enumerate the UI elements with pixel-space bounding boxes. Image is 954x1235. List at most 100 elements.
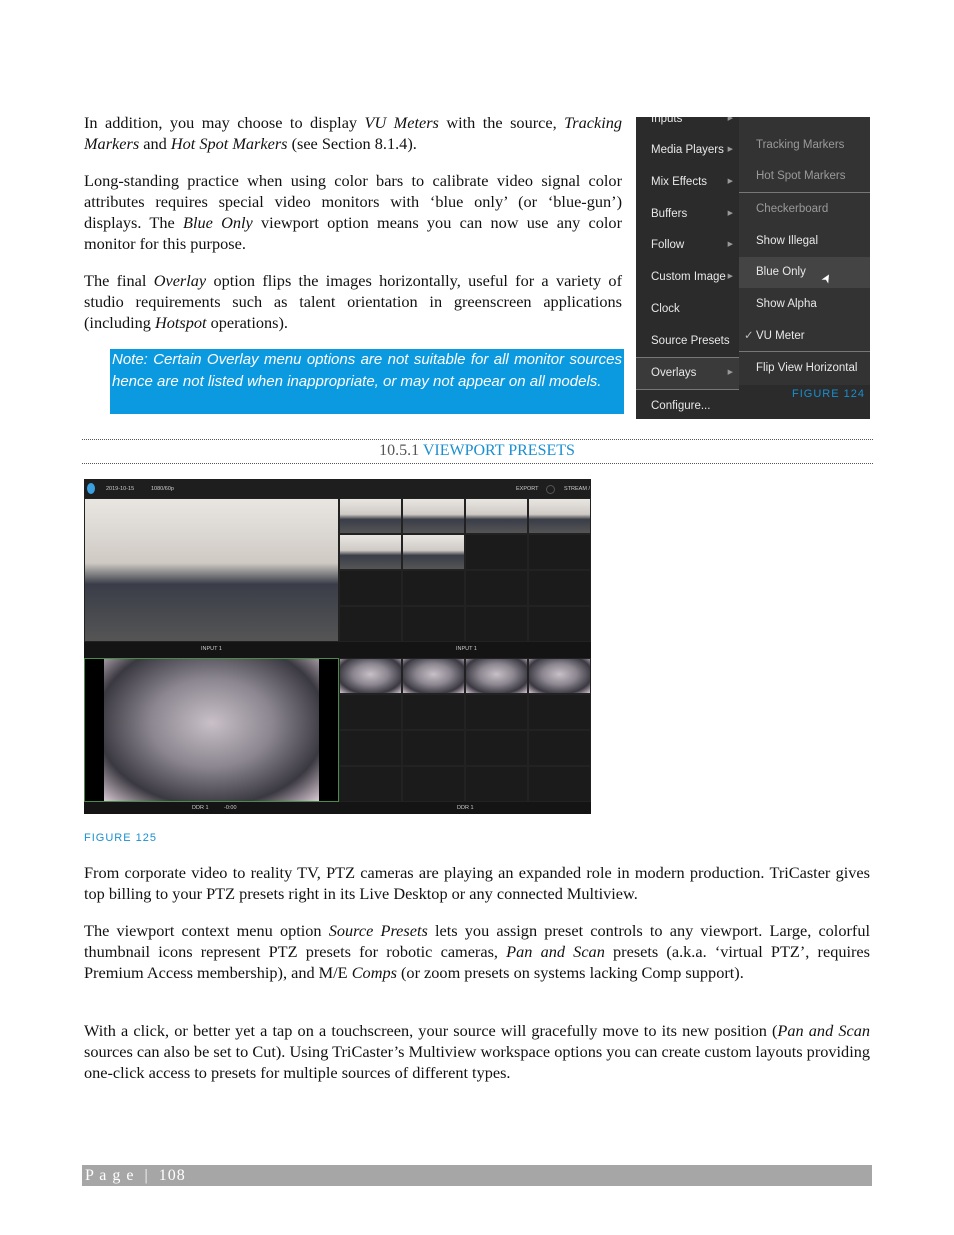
text-run: (or zoom presets on systems lacking Comp… [396,963,744,982]
viewport-label: INPUT 1 [201,646,222,652]
menu-separator [739,351,870,352]
emphasis-text: Hotspot [155,313,207,332]
menu-item-overlays[interactable]: Overlays ▶ [636,357,739,389]
text-run: (see Section 8.1.4). [287,134,417,153]
menu-separator [636,357,739,358]
paragraph-overlay: The final Overlay option flips the image… [84,270,622,333]
preset-thumbnail[interactable] [339,498,402,534]
preset-thumbnail[interactable] [528,658,591,694]
preset-thumbnail[interactable] [402,658,465,694]
preset-thumbnail[interactable] [465,606,528,642]
menu-item-buffers[interactable]: Buffers ▶ [636,198,739,230]
preset-thumbnail[interactable] [528,766,591,802]
chevron-right-icon: ▶ [727,178,733,185]
preset-thumbnail[interactable] [402,570,465,606]
menu-item-custom-image[interactable]: Custom Image ▶ [636,261,739,293]
submenu-item-show-illegal[interactable]: Show Illegal [739,226,870,257]
submenu-item-checkerboard[interactable]: Checkerboard [739,194,870,225]
preset-thumbnail[interactable] [465,570,528,606]
overlays-submenu: Tracking Markers Hot Spot Markers Checkerb… [739,117,870,385]
submenu-item-label: Flip View Horizontal [756,362,858,374]
preset-thumbnail[interactable] [339,730,402,766]
preset-thumbnail[interactable] [402,694,465,730]
menu-item-source-presets[interactable]: Source Presets [636,325,739,357]
preset-thumbnail[interactable] [465,766,528,802]
preset-thumbnail[interactable] [402,534,465,570]
submenu-item-label: Hot Spot Markers [756,170,846,182]
menu-item-label: Clock [651,303,680,315]
text-run: with the source, [438,113,565,132]
stream-button[interactable]: STREAM / [564,486,590,492]
menu-item-label: Source Presets [651,335,730,347]
preset-thumbnail[interactable] [339,694,402,730]
context-menu: Inputs ▶ Media Players ▶ Mix Effects ▶ Buffers… [636,117,870,419]
main-viewport-input[interactable] [84,498,339,642]
preset-thumbnail[interactable] [465,534,528,570]
submenu-item-flip-view-horizontal[interactable]: Flip View Horizontal [739,353,870,384]
text-run: and [139,134,171,153]
preset-thumbnail[interactable] [528,694,591,730]
check-icon: ✓ [744,330,754,342]
chevron-right-icon: ▶ [727,117,733,122]
emphasis-text: Comps [351,963,397,982]
menu-item-media-players[interactable]: Media Players ▶ [636,134,739,166]
submenu-item-tracking-markers[interactable]: Tracking Markers [739,130,870,161]
document-page: In addition, you may choose to display V… [0,0,954,1235]
paragraph-ptz: From corporate video to reality TV, PTZ … [84,862,870,904]
chevron-right-icon: ▶ [727,241,733,248]
chevron-right-icon: ▶ [727,146,733,153]
paragraph-source-presets: The viewport context menu option Source … [84,920,870,983]
time-readout: -0:00 [224,805,237,811]
chevron-right-icon: ▶ [727,273,733,280]
emphasis-text: VU Meters [364,113,439,132]
preset-thumbnail[interactable] [465,498,528,534]
menu-item-label: Mix Effects [651,176,708,188]
preset-thumbnail[interactable] [465,658,528,694]
preset-thumbnail[interactable] [528,570,591,606]
emphasis-text: Source Presets [328,921,428,940]
submenu-item-label: VU Meter [756,330,805,342]
multiview-header: 2019-10-15 1080/60p EXPORT STREAM / [84,479,591,498]
text-run: sources can also be set to Cut). Using T… [84,1042,870,1082]
submenu-item-label: Tracking Markers [756,139,845,151]
submenu-item-label: Show Alpha [756,298,817,310]
gear-icon[interactable] [546,485,555,494]
submenu-item-hot-spot-markers[interactable]: Hot Spot Markers [739,161,870,192]
submenu-item-blue-only[interactable]: Blue Only ➤ [739,257,870,288]
preset-thumbnail[interactable] [402,498,465,534]
menu-item-follow[interactable]: Follow ▶ [636,229,739,261]
menu-item-inputs[interactable]: Inputs ▶ [636,117,739,135]
export-button[interactable]: EXPORT [516,486,539,492]
preset-thumbnail[interactable] [528,730,591,766]
emphasis-text: Pan and Scan [506,942,605,961]
preset-thumbnail[interactable] [339,534,402,570]
menu-item-configure[interactable]: Configure... [636,390,739,419]
submenu-item-label: Blue Only [756,266,806,278]
preset-thumbnail[interactable] [528,606,591,642]
preset-thumbnail[interactable] [402,730,465,766]
preset-thumbnail[interactable] [402,766,465,802]
paragraph-blue-only: Long-standing practice when using color … [84,170,622,254]
figure-124-caption: FIGURE 124 [792,388,865,400]
note-box: Note: Certain Overlay menu options are n… [110,349,624,414]
preset-thumbnail[interactable] [339,766,402,802]
text-run: In addition, you may choose to display [84,113,365,132]
divider [82,463,873,464]
submenu-item-show-alpha[interactable]: Show Alpha [739,289,870,320]
text-run: The final [84,271,154,290]
submenu-item-vu-meter[interactable]: ✓ VU Meter [739,321,870,352]
preset-thumbnail[interactable] [465,730,528,766]
menu-item-clock[interactable]: Clock [636,293,739,325]
preset-thumbnail[interactable] [528,534,591,570]
viewport-label: INPUT 1 [456,646,477,652]
main-viewport-ddr[interactable] [84,658,339,802]
text-run: With a click, or better yet a tap on a t… [84,1021,778,1040]
preset-thumbnail[interactable] [339,570,402,606]
preset-thumbnail[interactable] [465,694,528,730]
preset-thumbnail[interactable] [528,498,591,534]
preset-thumbnail[interactable] [339,606,402,642]
menu-item-mix-effects[interactable]: Mix Effects ▶ [636,166,739,198]
preset-thumbnail[interactable] [339,658,402,694]
mouse-cursor-icon: ➤ [818,270,836,287]
preset-thumbnail[interactable] [402,606,465,642]
